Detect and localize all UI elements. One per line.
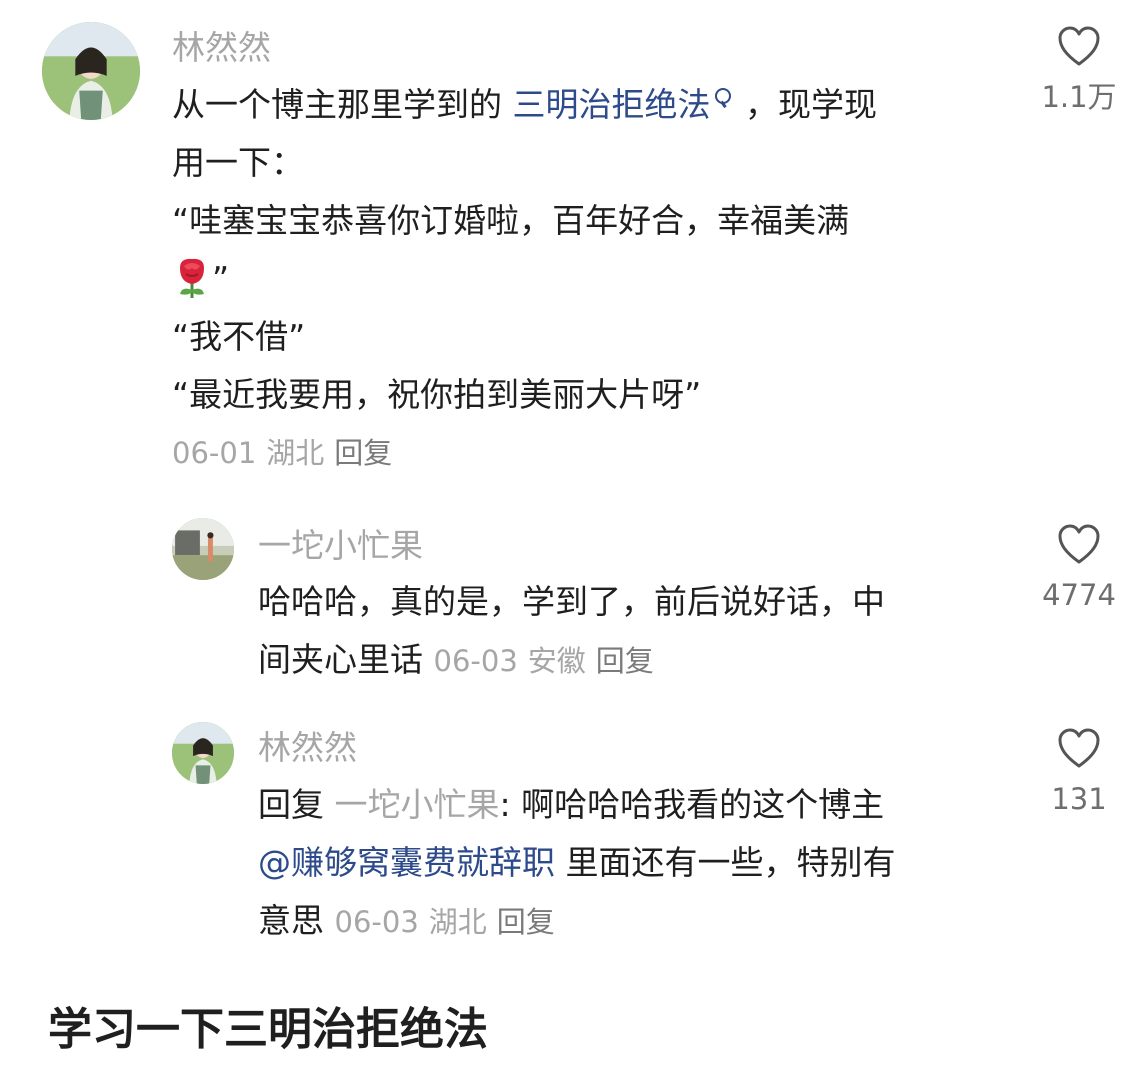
heart-outline-icon [1058,26,1100,66]
comment-body: 回复 一坨小忙果: 啊哈哈哈我看的这个博主 @赚够窝囊费就辞职 里面还有一些，特… [258,776,896,951]
keyword-link[interactable]: 三明治拒绝法 [513,85,711,124]
comment-location: 湖北 [428,905,487,939]
comment-meta: 06-03 湖北 回复 [335,905,565,939]
comment-text: : 啊哈哈哈我看的这个博主 [499,785,885,824]
search-icon[interactable] [714,88,731,104]
like-count: 1.1万 [1041,80,1117,114]
comment-line: “哇塞宝宝恭喜你订婚啦，百年好合，幸福美满 [172,201,850,240]
reply-target-username[interactable]: 一坨小忙果 [335,785,500,824]
comment-username[interactable]: 一坨小忙果 [258,526,423,566]
avatar[interactable] [42,22,140,120]
comment-text: ” [212,259,230,298]
comment-body: 从一个博主那里学到的 三明治拒绝法 ，现学现 用一下： “哇塞宝宝恭喜你订婚啦，… [172,76,877,482]
avatar[interactable] [172,518,234,580]
comment-line: 用一下： [172,143,304,182]
avatar[interactable] [172,722,234,784]
comment-line: 意思 06-03 湖北 回复 [258,892,896,951]
like-count: 4774 [1042,578,1116,612]
comment-line: 从一个博主那里学到的 三明治拒绝法 ，现学现 [172,76,877,134]
comment-text: 间夹心里话 [258,640,423,679]
comment-line: @赚够窝囊费就辞职 里面还有一些，特别有 [258,834,896,892]
comment-line: 间夹心里话 06-03 安徽 回复 [258,631,885,690]
heart-outline-icon [1058,728,1100,768]
comment-meta: 06-01 湖北 回复 [172,424,877,482]
comment-date: 06-03 [334,905,419,939]
comment-line: 哈哈哈，真的是，学到了，前后说好话，中 [258,582,885,621]
comment-text: 意思 [258,901,324,940]
reply-button[interactable]: 回复 [334,436,392,470]
comment-username[interactable]: 林然然 [172,28,271,68]
comment-line: ” [172,250,877,308]
reply-prefix: 回复 [258,785,324,824]
comment-date: 06-03 [433,644,518,678]
like-count: 131 [1051,782,1107,816]
comment-text: 从一个博主那里学到的 [172,85,513,124]
comment-body: 哈哈哈，真的是，学到了，前后说好话，中 间夹心里话 06-03 安徽 回复 [258,573,885,690]
avatar-image [42,22,140,120]
reply-button[interactable]: 回复 [596,644,654,678]
comment-username[interactable]: 林然然 [258,728,357,768]
comment-date: 06-01 [172,436,257,470]
like-button[interactable]: 131 [1024,728,1134,816]
like-button[interactable]: 4774 [1024,524,1134,612]
mention-link[interactable]: @赚够窝囊费就辞职 [258,843,555,882]
like-button[interactable]: 1.1万 [1024,26,1134,114]
comment-line: 回复 一坨小忙果: 啊哈哈哈我看的这个博主 [258,776,896,834]
rose-icon [180,258,204,298]
comment-meta: 06-03 安徽 回复 [434,644,664,678]
caption-title: 学习一下三明治拒绝法 [48,1004,488,1055]
comment-text: 里面还有一些，特别有 [555,843,896,882]
avatar-image [172,518,234,580]
avatar-image [172,722,234,784]
comment-text: ，现学现 [734,85,877,124]
comment-location: 安徽 [527,644,586,678]
heart-outline-icon [1058,524,1100,564]
reply-button[interactable]: 回复 [497,905,555,939]
comment-line: “我不借” [172,317,306,356]
comment-line: “最近我要用，祝你拍到美丽大片呀” [172,375,702,414]
comment-location: 湖北 [266,436,325,470]
